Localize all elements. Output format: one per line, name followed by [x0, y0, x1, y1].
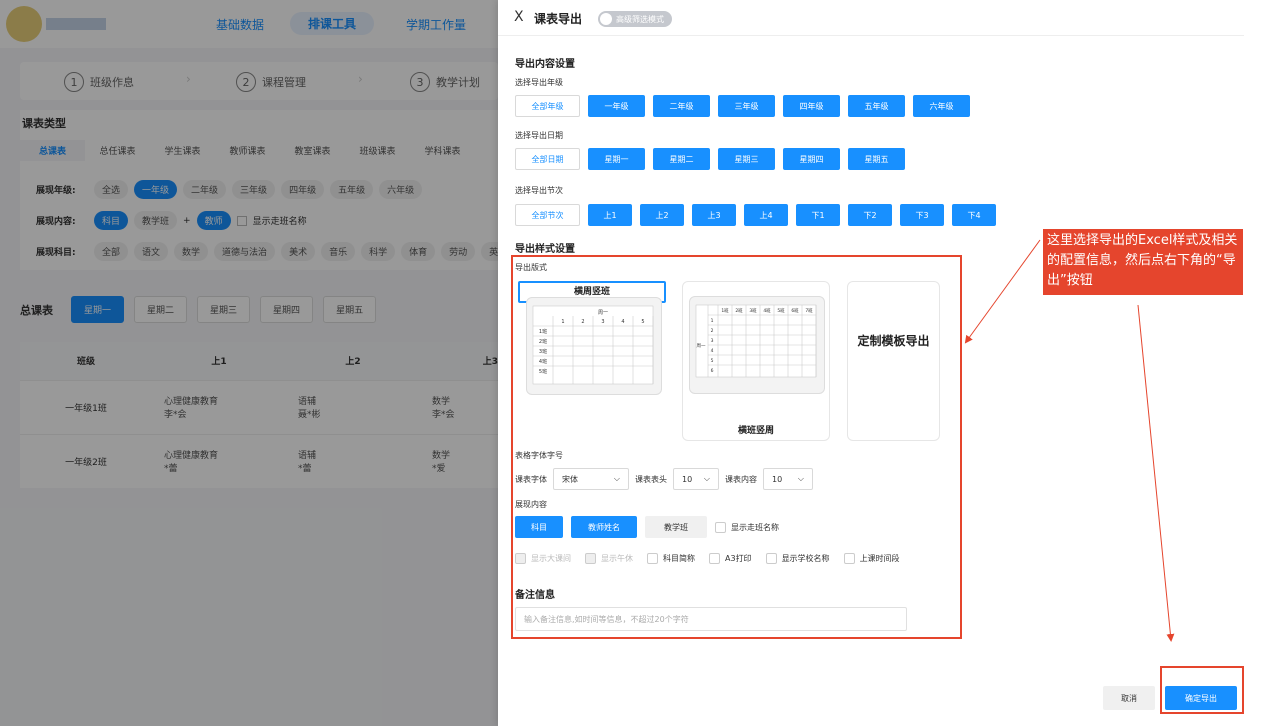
arrow-to-confirm-button — [1137, 304, 1175, 642]
annotation-callout: 这里选择导出的Excel样式及相关的配置信息，然后点右下角的“导出”按钮 — [1043, 229, 1243, 295]
arrow-to-style-box — [964, 239, 1041, 344]
annotation-arrows — [964, 239, 1175, 642]
app-root: { "bg": { "nav": ["基础数据", "排课工具", "学期工作量… — [0, 0, 1263, 726]
